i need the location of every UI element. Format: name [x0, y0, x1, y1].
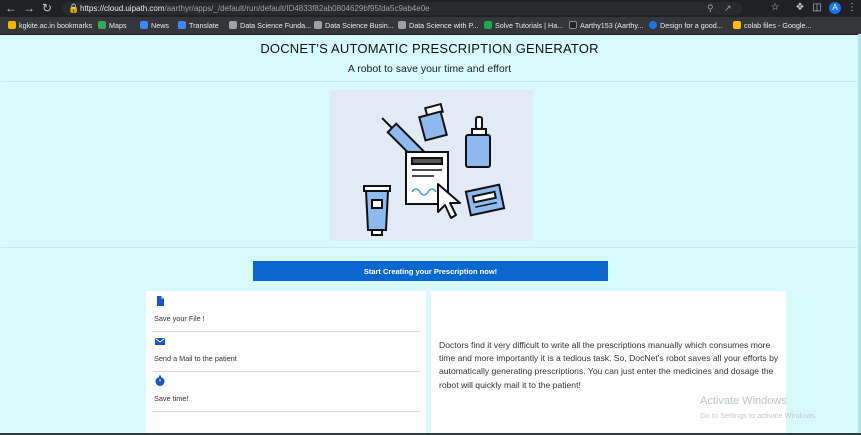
description-text: Doctors find it very difficult to write …	[439, 340, 779, 390]
search-icon[interactable]: ⚲	[707, 2, 714, 15]
dropper-bottle-icon	[465, 116, 491, 168]
feature-label: Save your File !	[154, 314, 205, 323]
address-bar[interactable]: 🔒 https://cloud.uipath.com/aarthyr/apps/…	[62, 2, 742, 15]
clock-icon	[155, 375, 165, 386]
app-page: DOCNET'S AUTOMATIC PRESCRIPTION GENERATO…	[1, 35, 858, 433]
bookmark-item[interactable]: Design for a good...	[649, 17, 723, 34]
activate-windows-subtitle: Go to Settings to activate Windows.	[700, 411, 817, 420]
feature-save-file: Save your File !	[152, 291, 420, 332]
side-panel-icon[interactable]: ◫	[810, 1, 824, 15]
bookmarks-bar: kgkite.ac.in bookmarks Maps News Transla…	[0, 17, 861, 35]
course-icon	[229, 21, 237, 29]
profile-avatar[interactable]: A	[829, 2, 841, 14]
hero-illustration	[330, 90, 533, 241]
back-icon[interactable]: ←	[4, 1, 18, 15]
mail-icon	[155, 338, 165, 345]
bookmark-item[interactable]: Translate	[178, 17, 219, 34]
translate-icon	[178, 21, 186, 29]
bookmark-item[interactable]: Solve Tutorials | Ha...	[484, 17, 563, 34]
start-prescription-button[interactable]: Start Creating your Prescription now!	[253, 261, 608, 281]
pill-pack-icon	[464, 183, 506, 217]
features-panel: Save your File ! Send a Mail to the pati…	[146, 291, 426, 433]
news-icon	[140, 21, 148, 29]
drive-icon	[733, 21, 741, 29]
extensions-icon[interactable]: ❖	[793, 1, 807, 15]
bookmark-item[interactable]: News	[140, 17, 169, 34]
divider	[1, 247, 858, 248]
maps-icon	[98, 21, 106, 29]
folder-icon	[8, 21, 16, 29]
feature-send-mail: Send a Mail to the patient	[152, 331, 420, 372]
menu-icon[interactable]: ⋮	[845, 1, 859, 15]
feature-save-time: Save time!	[152, 371, 420, 412]
c-icon	[649, 21, 657, 29]
file-icon	[157, 296, 164, 306]
bookmark-item[interactable]: kgkite.ac.in bookmarks	[8, 17, 92, 34]
page-title: DOCNET'S AUTOMATIC PRESCRIPTION GENERATO…	[260, 41, 599, 56]
bookmark-star-icon[interactable]: ☆	[768, 1, 782, 15]
hackerrank-icon	[484, 21, 492, 29]
feature-label: Send a Mail to the patient	[154, 354, 237, 363]
page-subtitle: A robot to save your time and effort	[347, 63, 512, 75]
bookmark-item[interactable]: Data Science Funda...	[229, 17, 311, 34]
feature-label: Save time!	[154, 394, 189, 403]
forward-icon[interactable]: →	[22, 1, 36, 15]
course-icon	[398, 21, 406, 29]
github-icon	[569, 21, 577, 29]
activate-windows-title: Activate Windows	[700, 395, 787, 407]
browser-toolbar: ← → ↻ 🔒 https://cloud.uipath.com/aarthyr…	[0, 0, 861, 17]
reload-icon[interactable]: ↻	[40, 1, 54, 15]
course-icon	[314, 21, 322, 29]
share-icon[interactable]: ↗	[724, 2, 732, 15]
bookmark-item[interactable]: Maps	[98, 17, 127, 34]
bookmark-item[interactable]: Data Science Busin...	[314, 17, 394, 34]
url-text[interactable]: https://cloud.uipath.com/aarthyr/apps/_/…	[80, 2, 430, 15]
bookmark-item[interactable]: Aarthy153 (Aarthy...	[569, 17, 643, 34]
divider	[1, 81, 858, 82]
ointment-tube-icon	[363, 185, 391, 236]
lock-icon: 🔒	[68, 3, 80, 13]
bookmark-item[interactable]: Data Science with P...	[398, 17, 478, 34]
vial-icon	[418, 102, 448, 142]
bookmark-item[interactable]: colab files - Google...	[733, 17, 812, 34]
